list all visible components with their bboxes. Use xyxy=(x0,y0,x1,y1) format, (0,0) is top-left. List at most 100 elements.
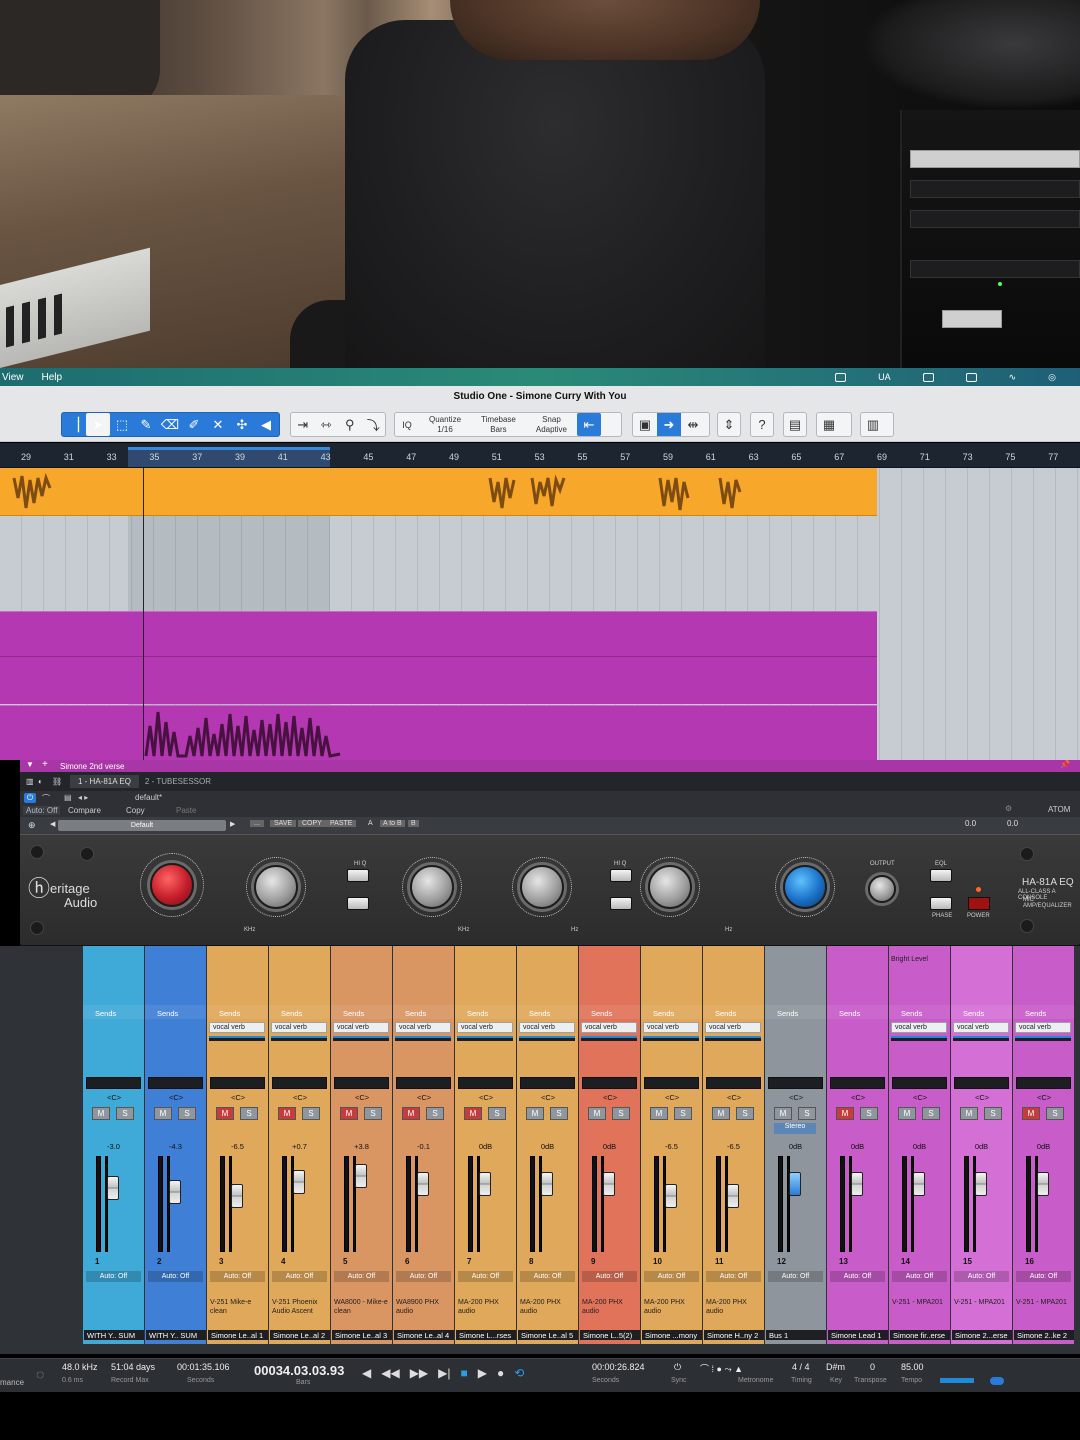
solo-button[interactable]: S xyxy=(302,1107,320,1120)
pan-meter[interactable] xyxy=(954,1077,1009,1089)
low-freq-knob[interactable] xyxy=(648,865,692,909)
camera-icon[interactable] xyxy=(835,372,847,382)
fader-track[interactable] xyxy=(840,1156,845,1252)
sends-label[interactable]: Sends xyxy=(339,1007,364,1019)
sends-label[interactable]: Sends xyxy=(153,1007,178,1019)
mute-button[interactable]: M xyxy=(278,1107,296,1120)
display-icon[interactable] xyxy=(922,372,934,382)
fader-track[interactable] xyxy=(716,1156,721,1252)
audio-event-orange[interactable] xyxy=(0,468,877,516)
output-gain[interactable]: 0.0 xyxy=(1007,819,1018,828)
go-end-icon[interactable]: ▶| xyxy=(438,1366,450,1380)
send-slot[interactable]: vocal verb xyxy=(891,1022,947,1033)
mute-button[interactable]: M xyxy=(1022,1107,1040,1120)
mute-button[interactable]: M xyxy=(340,1107,358,1120)
arrow-tool-icon[interactable]: ➤ xyxy=(86,413,110,436)
fast-forward-icon[interactable]: ▶▶ xyxy=(410,1366,428,1380)
automation-mode[interactable]: Auto: Off xyxy=(334,1271,389,1282)
eraser-tool-icon[interactable]: ⌫ xyxy=(158,413,182,436)
timebase-select[interactable]: Timebase Bars xyxy=(471,415,526,435)
split-tool-icon[interactable]: ✎ xyxy=(134,413,158,436)
collapse-icon[interactable]: ▼ xyxy=(26,760,34,769)
hf-shelf-switch[interactable] xyxy=(347,897,369,910)
time-signature[interactable]: 4 / 4 xyxy=(792,1362,810,1372)
channel-name[interactable]: Simone ...mony xyxy=(642,1330,702,1342)
compare-button[interactable]: Compare xyxy=(68,806,101,815)
send-slot[interactable]: vocal verb xyxy=(705,1022,761,1033)
channel-name[interactable]: Simone L..5(2) xyxy=(580,1330,640,1342)
channel-name[interactable]: Simone H..ny 2 xyxy=(704,1330,764,1342)
loop-icon[interactable]: ⟲ xyxy=(514,1366,524,1380)
automation-mode[interactable]: Auto: Off xyxy=(396,1271,451,1282)
mute-button[interactable]: M xyxy=(898,1107,916,1120)
output-knob[interactable] xyxy=(868,875,896,903)
time-bars[interactable]: 00034.03.03.93 xyxy=(254,1363,344,1378)
pan-center[interactable]: <C> xyxy=(541,1093,555,1102)
solo-button[interactable]: S xyxy=(1046,1107,1064,1120)
channel-name[interactable]: WITH Y.. SUM xyxy=(84,1330,144,1342)
fader-cap[interactable] xyxy=(169,1180,181,1204)
volume-readout[interactable]: 0dB xyxy=(579,1142,640,1151)
listen-tool-icon[interactable]: ◀ xyxy=(254,413,278,436)
sends-label[interactable]: Sends xyxy=(463,1007,488,1019)
bend-tool-icon[interactable]: ✣ xyxy=(230,413,254,436)
pan-center[interactable]: <C> xyxy=(355,1093,369,1102)
send-slot[interactable]: vocal verb xyxy=(457,1022,513,1033)
volume-readout[interactable]: -6.5 xyxy=(703,1142,764,1151)
bars-label[interactable]: Bars xyxy=(296,1379,310,1386)
channel-name[interactable]: Simone L...rses xyxy=(456,1330,516,1342)
volume-readout[interactable]: 0dB xyxy=(889,1142,950,1151)
solo-button[interactable]: S xyxy=(116,1107,134,1120)
mute-button[interactable]: M xyxy=(650,1107,668,1120)
auto-off[interactable]: Auto: Off xyxy=(23,806,61,815)
fader-cap[interactable] xyxy=(1037,1172,1049,1196)
fader-cap[interactable] xyxy=(975,1172,987,1196)
channel-name[interactable]: Simone Le..al 2 xyxy=(270,1330,330,1342)
pan-center[interactable]: <C> xyxy=(665,1093,679,1102)
power-icon[interactable]: ⏻ xyxy=(24,793,36,803)
channel-name[interactable]: Simone Lead 1 xyxy=(828,1330,888,1342)
send-slot[interactable]: vocal verb xyxy=(271,1022,327,1033)
layout-button[interactable]: ▥ xyxy=(860,412,894,437)
fader-track[interactable] xyxy=(902,1156,907,1252)
send-level[interactable] xyxy=(457,1036,513,1041)
channel-name[interactable]: Bus 1 xyxy=(766,1330,826,1342)
nudge-icon[interactable]: ⇥ xyxy=(291,413,315,436)
pan-center[interactable]: <C> xyxy=(107,1093,121,1102)
fader-cap[interactable] xyxy=(789,1172,801,1196)
go-start-icon[interactable]: ◀ xyxy=(362,1366,371,1380)
solo-button[interactable]: S xyxy=(674,1107,692,1120)
fader-track[interactable] xyxy=(530,1156,535,1252)
pan-meter[interactable] xyxy=(1016,1077,1071,1089)
channel-name[interactable]: Simone fir..erse xyxy=(890,1330,950,1342)
pan-meter[interactable] xyxy=(210,1077,265,1089)
mute-button[interactable]: M xyxy=(402,1107,420,1120)
pan-meter[interactable] xyxy=(458,1077,513,1089)
time-seconds[interactable]: 00:01:35.106 xyxy=(177,1362,230,1372)
fader-track[interactable] xyxy=(654,1156,659,1252)
paste-preset-button[interactable]: PASTE xyxy=(326,820,357,827)
sends-label[interactable]: Sends xyxy=(959,1007,984,1019)
pan-meter[interactable] xyxy=(892,1077,947,1089)
select-tool-icon[interactable]: ▕ xyxy=(62,413,86,436)
send-level[interactable] xyxy=(333,1036,389,1041)
grid-button[interactable]: ▦ xyxy=(816,412,852,437)
key[interactable]: D#m xyxy=(826,1362,845,1372)
fader-cap[interactable] xyxy=(355,1164,367,1188)
send-level[interactable] xyxy=(395,1036,451,1041)
solo-button[interactable]: S xyxy=(922,1107,940,1120)
sync-icon[interactable]: ⏻ xyxy=(674,1362,681,1373)
pan-center[interactable]: <C> xyxy=(913,1093,927,1102)
split-view-icon[interactable]: ⇹ xyxy=(681,413,705,436)
automation-mode[interactable]: Auto: Off xyxy=(86,1271,141,1282)
save-button[interactable]: SAVE xyxy=(270,820,297,827)
monitor-toggle[interactable] xyxy=(990,1377,1004,1385)
send-slot[interactable]: vocal verb xyxy=(209,1022,265,1033)
add-icon[interactable]: + xyxy=(42,759,48,770)
fader-track[interactable] xyxy=(1026,1156,1031,1252)
routing-icon[interactable]: ⛓ xyxy=(52,777,70,786)
plugin-slot-1[interactable]: 1 - HA-81A EQ xyxy=(70,775,139,788)
click-icons[interactable]: ⌒ ⁞ ● ⤳ ▲ xyxy=(700,1362,743,1375)
pan-center[interactable]: <C> xyxy=(603,1093,617,1102)
fader-track[interactable] xyxy=(406,1156,411,1252)
